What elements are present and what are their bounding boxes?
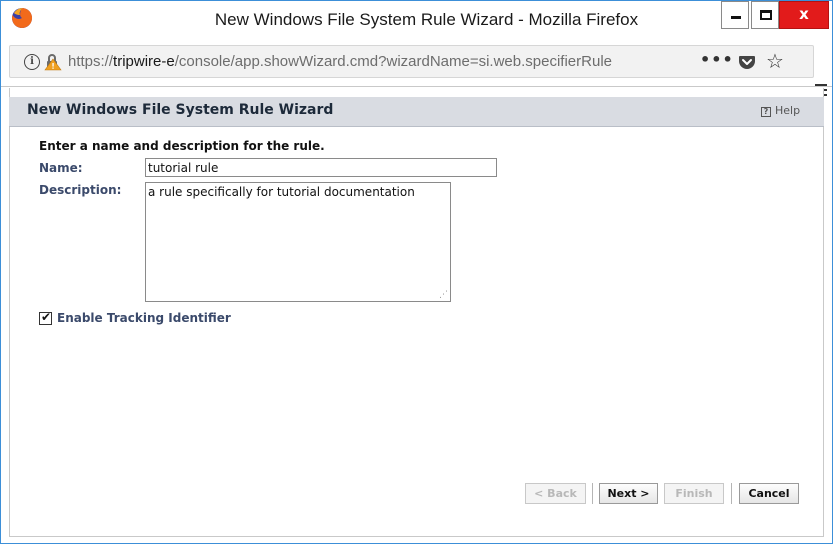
insecure-lock-icon[interactable]: [44, 53, 62, 71]
back-button[interactable]: < Back: [525, 483, 586, 504]
url-text[interactable]: https://tripwire-e/console/app.showWizar…: [68, 53, 678, 70]
tracking-identifier-label[interactable]: Enable Tracking Identifier: [57, 311, 231, 325]
close-button[interactable]: x: [779, 1, 829, 29]
bookmark-star-icon[interactable]: ☆: [766, 49, 784, 73]
cancel-button[interactable]: Cancel: [739, 483, 799, 504]
minimize-button[interactable]: [721, 1, 749, 29]
navigation-bar: i https://tripwire-e/console/app.showWiz…: [1, 37, 832, 96]
pocket-icon[interactable]: [738, 53, 756, 71]
page-actions-icon[interactable]: •••: [700, 50, 734, 69]
minimize-icon: [731, 16, 741, 19]
title-bar[interactable]: New Windows File System Rule Wizard - Mo…: [1, 1, 832, 37]
wizard-prompt: Enter a name and description for the rul…: [39, 139, 325, 153]
maximize-icon: [760, 10, 772, 20]
info-icon[interactable]: i: [24, 54, 40, 70]
description-label: Description:: [39, 183, 122, 197]
close-icon: x: [799, 5, 809, 23]
help-icon: ?: [761, 107, 771, 117]
url-fade: [650, 48, 690, 76]
maximize-button[interactable]: [751, 1, 779, 29]
finish-button[interactable]: Finish: [664, 483, 724, 504]
next-button[interactable]: Next >: [599, 483, 658, 504]
page-title: New Windows File System Rule Wizard: [27, 102, 334, 118]
tracking-identifier-checkbox[interactable]: ✔: [39, 310, 52, 325]
button-divider: [592, 483, 593, 504]
help-label: Help: [775, 104, 801, 117]
button-divider: [731, 483, 732, 504]
help-link[interactable]: ? Help: [761, 104, 800, 117]
window-title: New Windows File System Rule Wizard - Mo…: [214, 10, 639, 29]
name-label: Name:: [39, 161, 83, 175]
url-bar[interactable]: i https://tripwire-e/console/app.showWiz…: [9, 45, 814, 78]
textarea-resize-handle[interactable]: ⋰: [439, 290, 448, 300]
description-field[interactable]: a rule specifically for tutorial documen…: [145, 182, 451, 302]
page-bottom-border: [9, 536, 824, 537]
browser-window: New Windows File System Rule Wizard - Mo…: [0, 0, 833, 544]
name-field[interactable]: [145, 158, 497, 177]
checkbox-icon: ✔: [41, 310, 52, 324]
